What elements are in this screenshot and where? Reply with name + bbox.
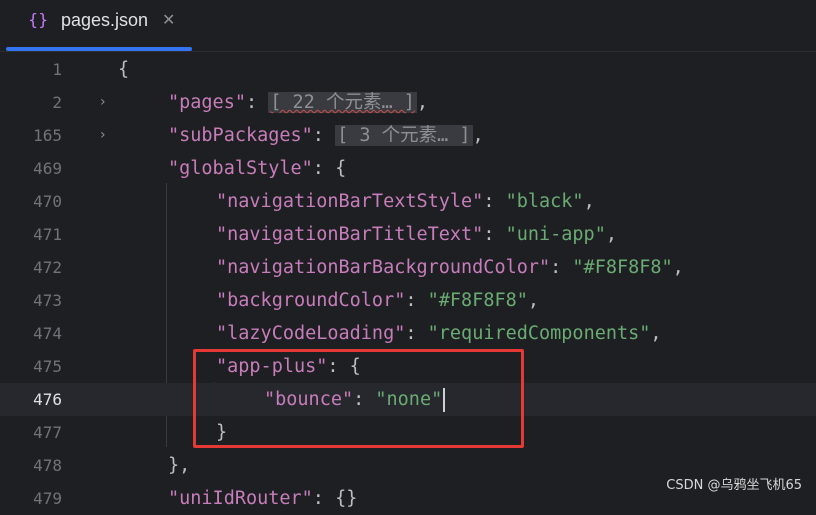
line-number: 165 [33, 126, 62, 145]
code-line: 474 "lazyCodeLoading": "requiredComponen… [0, 317, 816, 350]
active-tab-indicator [6, 47, 192, 51]
line-number: 471 [33, 225, 62, 244]
json-comma: , [605, 224, 617, 245]
json-value: "uni-app" [505, 224, 606, 245]
json-key: "lazyCodeLoading" [216, 323, 406, 344]
folded-region[interactable]: [ 22 个元素… ] [268, 92, 417, 113]
watermark: CSDN @乌鸦坐飞机65 [666, 478, 802, 493]
code-line: 469 "globalStyle": { [0, 152, 816, 185]
code-text: "navigationBarTitleText": "uni-app", [216, 218, 617, 251]
chevron-right-icon[interactable]: › [100, 86, 106, 119]
line-number: 472 [33, 258, 62, 277]
json-comma: , [650, 323, 662, 344]
json-comma: , [527, 290, 540, 311]
code-line: 471 "navigationBarTitleText": "uni-app", [0, 218, 816, 251]
json-colon: : [405, 323, 428, 344]
code-text: "subPackages": [ 3 个元素… ], [168, 119, 484, 152]
code-text: "navigationBarBackgroundColor": "#F8F8F8… [216, 251, 684, 284]
json-value: "black" [505, 191, 584, 212]
json-colon: : [312, 125, 336, 146]
code-text: "backgroundColor": "#F8F8F8", [216, 284, 539, 317]
json-comma: , [672, 257, 684, 278]
json-key: "backgroundColor" [216, 290, 406, 311]
json-comma: , [472, 125, 484, 146]
code-line: 470 "navigationBarTextStyle": "black", [0, 185, 816, 218]
json-key: "subPackages" [168, 125, 313, 146]
line-number: 470 [33, 192, 62, 211]
code-line: 1 { [0, 53, 816, 86]
json-value: "requiredComponents" [427, 323, 651, 344]
code-text: { [118, 59, 130, 80]
json-colon: : [405, 290, 428, 311]
line-number: 474 [33, 324, 62, 343]
chevron-right-icon[interactable]: › [100, 119, 106, 152]
json-colon: : [483, 224, 506, 245]
line-number: 478 [33, 456, 62, 475]
json-colon: : [483, 191, 506, 212]
json-key: "globalStyle" [168, 158, 313, 179]
code-text: "globalStyle": { [168, 152, 346, 185]
line-number: 473 [33, 291, 62, 310]
code-text: }, [168, 455, 191, 476]
json-file-icon: {} [28, 10, 49, 29]
json-key: "navigationBarTextStyle" [216, 191, 484, 212]
close-icon[interactable]: ✕ [162, 10, 175, 29]
line-number: 469 [33, 159, 62, 178]
json-key: "navigationBarTitleText" [216, 224, 484, 245]
code-text: "uniIdRouter": {} [168, 482, 357, 515]
code-line: 473 "backgroundColor": "#F8F8F8", [0, 284, 816, 317]
json-colon: : {} [312, 488, 358, 509]
json-value: "#F8F8F8" [427, 290, 528, 311]
json-value: "#F8F8F8" [572, 257, 673, 278]
json-key: "uniIdRouter" [168, 488, 313, 509]
json-key: "navigationBarBackgroundColor" [216, 257, 551, 278]
line-number: 1 [52, 60, 62, 79]
code-line: 165 › "subPackages": [ 3 个元素… ], [0, 119, 816, 152]
code-text: "pages": [ 22 个元素… ], [168, 86, 428, 119]
line-number: 2 [52, 93, 62, 112]
editor-tab-bar: {} pages.json ✕ [0, 0, 816, 52]
line-number: 477 [33, 423, 62, 442]
line-number: 479 [33, 489, 62, 508]
code-text: "lazyCodeLoading": "requiredComponents", [216, 317, 662, 350]
code-line: 2 › "pages": [ 22 个元素… ], [0, 86, 816, 119]
tab-title[interactable]: pages.json [61, 10, 148, 31]
code-text: "navigationBarTextStyle": "black", [216, 185, 595, 218]
line-number: 476 [33, 390, 62, 409]
highlight-annotation-box [193, 349, 524, 448]
folded-region[interactable]: [ 3 个元素… ] [335, 125, 473, 146]
json-colon: : { [312, 158, 347, 179]
json-colon: : [245, 92, 269, 113]
json-comma: , [416, 92, 428, 113]
json-colon: : [550, 257, 573, 278]
line-number: 475 [33, 357, 62, 376]
code-line: 472 "navigationBarBackgroundColor": "#F8… [0, 251, 816, 284]
file-tab-pages-json[interactable]: {} pages.json ✕ [6, 0, 192, 51]
json-comma: , [583, 191, 595, 212]
json-key: "pages" [168, 92, 246, 113]
